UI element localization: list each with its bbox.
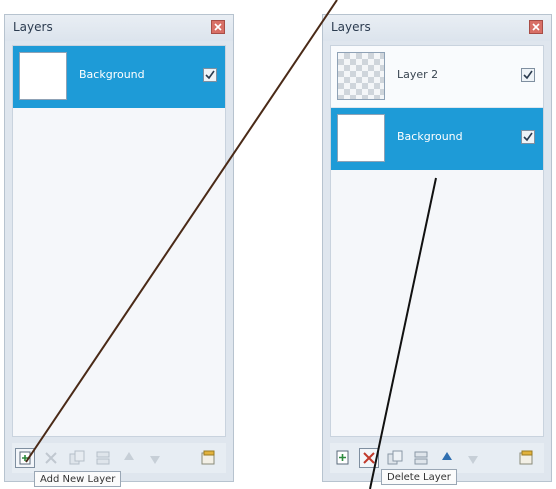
annotation-line-add-layer	[25, 0, 338, 463]
annotation-lines	[25, 0, 437, 489]
annotation-line-delete-layer	[369, 177, 437, 489]
